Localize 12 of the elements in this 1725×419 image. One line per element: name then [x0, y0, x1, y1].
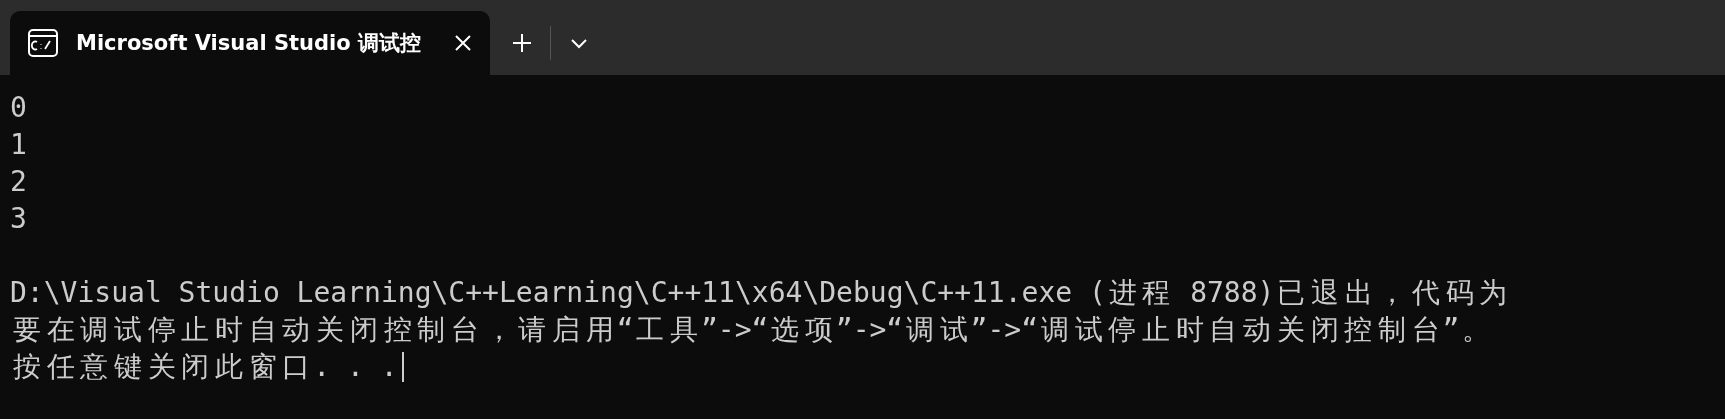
tab-title: Microsoft Visual Studio 调试控: [76, 30, 423, 57]
console-line: 3: [10, 201, 27, 237]
console-line: D:\Visual Studio Learning\C++Learning\C++11\x64\Debug\C++11.exe (进程 8788)已退出，代码为: [10, 275, 1509, 311]
terminal-icon: [28, 29, 58, 57]
console-line: 1: [10, 127, 27, 163]
tab[interactable]: Microsoft Visual Studio 调试控: [10, 11, 490, 75]
text-cursor: [401, 351, 404, 382]
console-line: 要在调试停止时自动关闭控制台，请启用“工具”->“选项”->“调试”->“调试停止时自动关闭控制台”。: [11, 312, 1492, 348]
console-line: 2: [10, 164, 27, 200]
close-icon[interactable]: [454, 34, 472, 52]
console-line: 0: [10, 90, 27, 126]
console-line: 按任意键关闭此窗口. . .: [11, 349, 398, 385]
